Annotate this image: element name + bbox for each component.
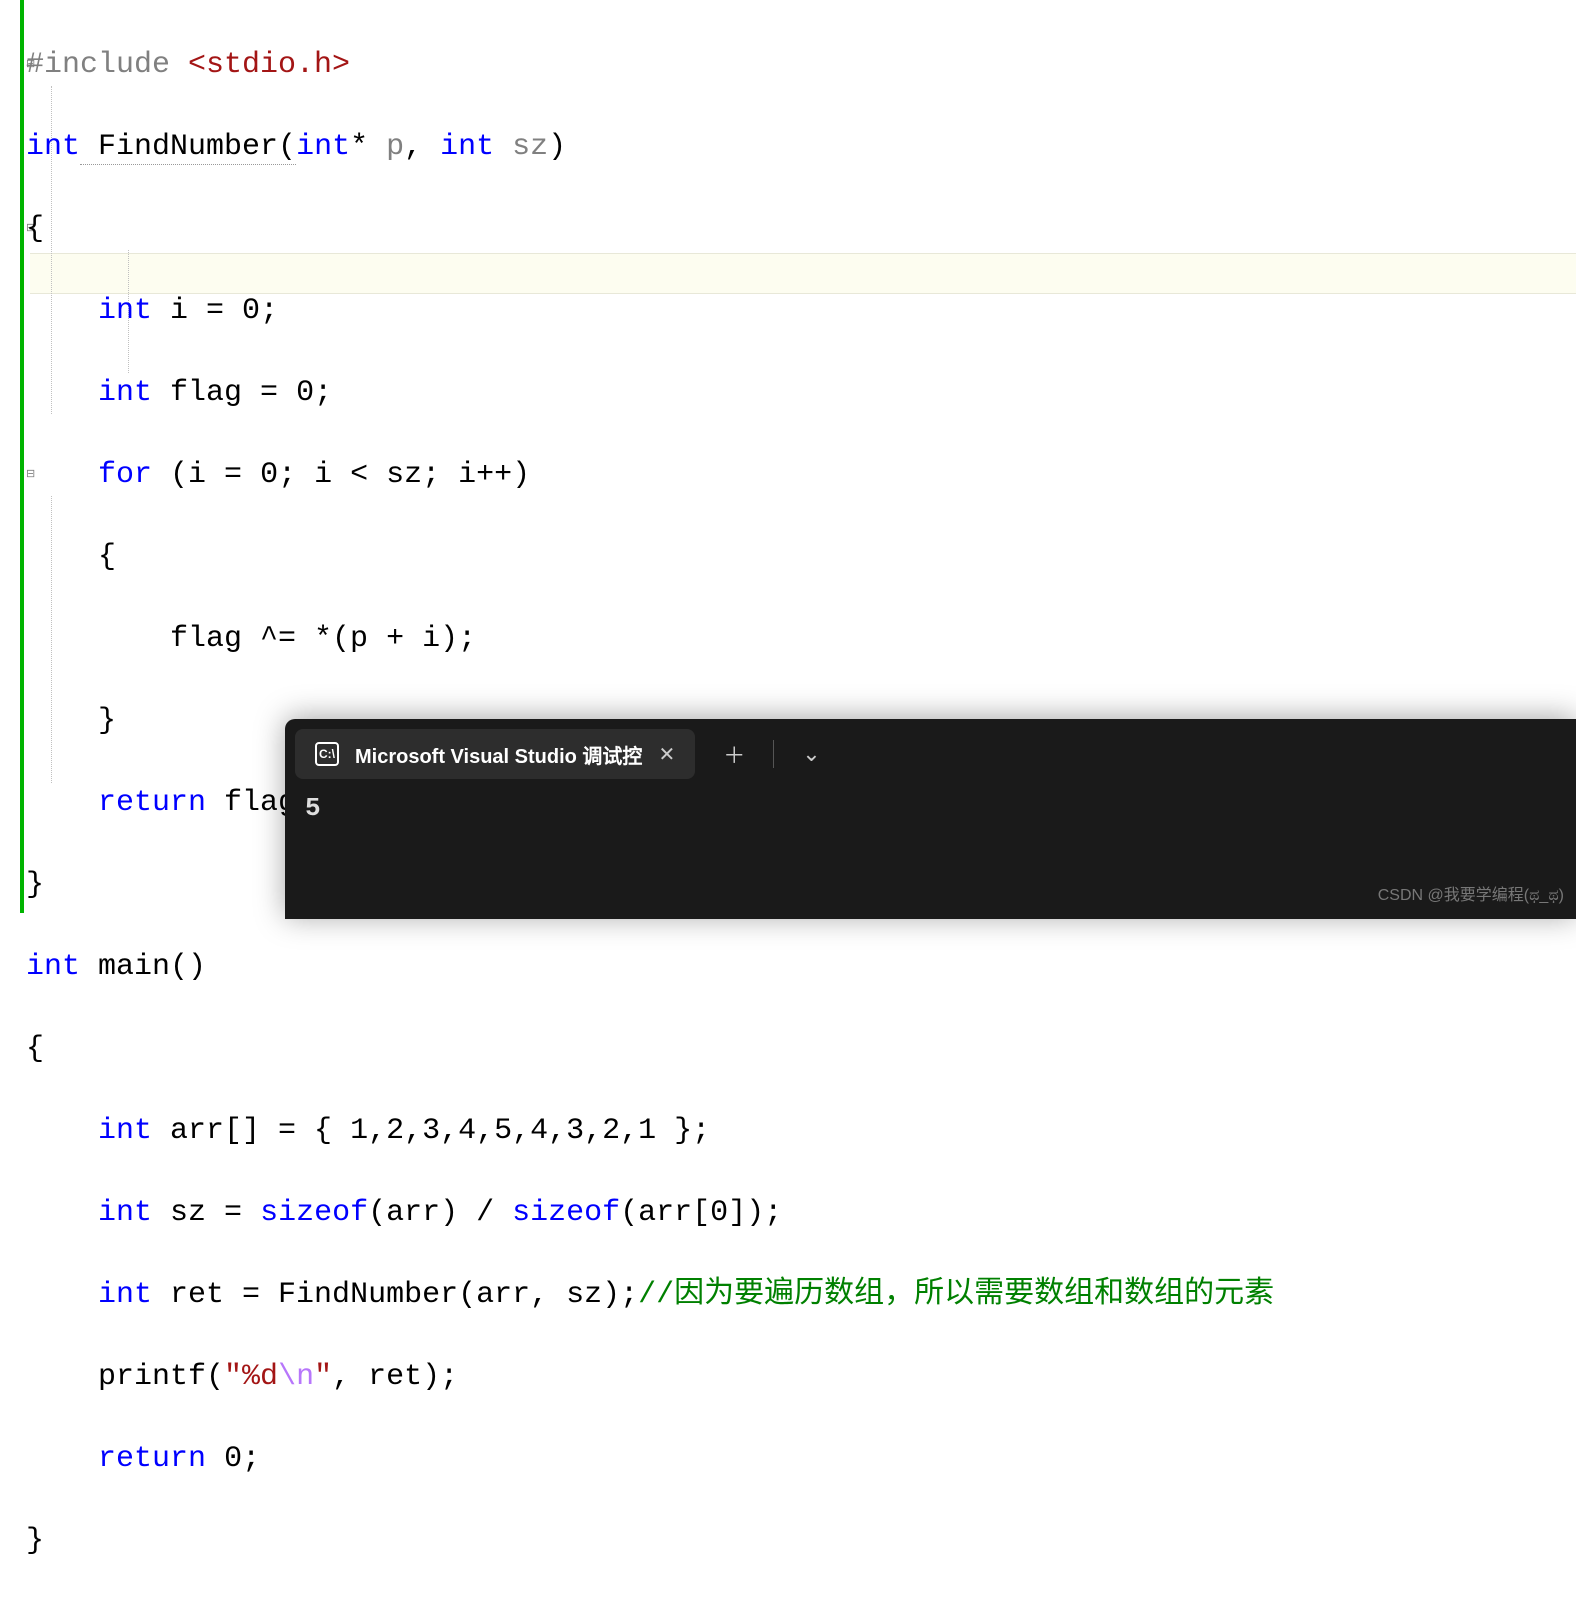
code-line: printf("%d\n", ret);: [26, 1357, 1274, 1398]
code-line: int FindNumber(int* p, int sz): [26, 127, 1274, 168]
code-line: int sz = sizeof(arr) / sizeof(arr[0]);: [26, 1193, 1274, 1234]
code-line: {: [26, 537, 1274, 578]
code-line: }: [26, 1521, 1274, 1562]
code-line: #include <stdio.h>: [26, 45, 1274, 86]
code-line: for (i = 0; i < sz; i++): [26, 455, 1274, 496]
separator: [773, 740, 774, 768]
code-line: int flag = 0;: [26, 373, 1274, 414]
code-line: int main(): [26, 947, 1274, 988]
code-line: int arr[] = { 1,2,3,4,5,4,3,2,1 };: [26, 1111, 1274, 1152]
terminal-tab-title: Microsoft Visual Studio 调试控: [355, 740, 642, 769]
new-tab-button[interactable]: ＋: [723, 738, 745, 770]
code-line: int i = 0;: [26, 291, 1274, 332]
code-line: {: [26, 1029, 1274, 1070]
terminal-controls: ＋ ⌄: [695, 738, 820, 770]
code-line: return 0;: [26, 1439, 1274, 1480]
terminal-tab[interactable]: C:\ Microsoft Visual Studio 调试控 ✕: [295, 729, 695, 779]
code-line: int ret = FindNumber(arr, sz);//因为要遍历数组，…: [26, 1275, 1274, 1316]
watermark: CSDN @我要学编程(ಥ_ಥ): [1378, 881, 1564, 905]
terminal-output: 5: [285, 789, 1576, 827]
terminal-tab-bar: C:\ Microsoft Visual Studio 调试控 ✕ ＋ ⌄: [285, 719, 1576, 789]
comment: //因为要遍历数组，所以需要数组和数组的元素: [638, 1278, 1274, 1312]
change-indicator-bar: [20, 0, 24, 913]
tab-dropdown-button[interactable]: ⌄: [802, 741, 820, 767]
code-line: flag ^= *(p + i);: [26, 619, 1274, 660]
terminal-icon: C:\: [315, 742, 339, 766]
code-line: {: [26, 209, 1274, 250]
preprocessor: #include: [26, 48, 188, 82]
close-icon[interactable]: ✕: [658, 742, 675, 767]
include-path: <stdio.h>: [188, 48, 350, 82]
